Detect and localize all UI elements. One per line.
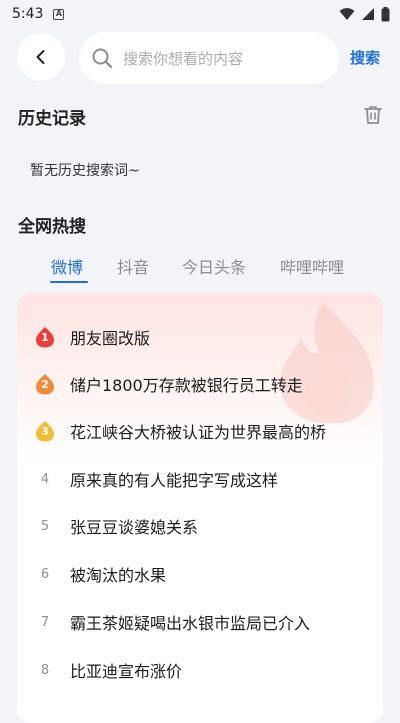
hot-item-3-text: 花江峡谷大桥被认证为世界最高的桥	[70, 423, 327, 442]
hot-item-4-text: 原来真的有人能把字写成这样	[70, 471, 279, 490]
tab-douyin[interactable]: 抖音	[117, 254, 149, 278]
back-button[interactable]	[17, 33, 65, 81]
hot-item-1[interactable]: 1 朋友圈改版	[17, 317, 383, 357]
rank-2-number: 2	[41, 378, 49, 391]
hot-item-3[interactable]: 3 花江峡谷大桥被认证为世界最高的桥	[17, 411, 383, 451]
hot-item-6-text: 被淘汰的水果	[70, 566, 167, 585]
rank-8-number: 8	[40, 662, 50, 678]
rank-7: 7	[35, 611, 55, 633]
status-icons	[339, 6, 390, 22]
search-icon	[92, 48, 113, 69]
history-empty-text: 暂无历史搜索词~	[30, 163, 140, 179]
rank-4-number: 4	[40, 471, 50, 487]
tab-weibo[interactable]: 微博	[51, 254, 83, 278]
back-icon	[36, 50, 45, 64]
rank-3-badge: 3	[35, 420, 55, 442]
status-bar: 5:43 A	[0, 0, 400, 28]
rank-1-badge: 1	[35, 326, 55, 348]
search-placeholder: 搜索你想看的内容	[123, 49, 244, 68]
search-button[interactable]: 搜索	[350, 47, 380, 68]
hot-item-5-text: 张豆豆谈婆媳关系	[70, 518, 199, 537]
trash-icon	[364, 106, 382, 124]
tab-toutiao[interactable]: 今日头条	[182, 254, 246, 278]
hot-item-8[interactable]: 8 比亚迪宣布涨价	[17, 650, 383, 690]
rank-5-number: 5	[40, 518, 50, 534]
hot-item-4[interactable]: 4 原来真的有人能把字写成这样	[17, 459, 383, 499]
hot-item-2-text: 储户1800万存款被银行员工转走	[70, 376, 303, 395]
signal-icon	[362, 8, 374, 20]
hot-search-title: 全网热搜	[18, 217, 86, 237]
notification-icon: A	[53, 8, 65, 20]
rank-6-number: 6	[40, 566, 50, 582]
history-title: 历史记录	[18, 109, 86, 129]
rank-8: 8	[35, 659, 55, 681]
hot-item-8-text: 比亚迪宣布涨价	[70, 662, 183, 681]
search-input[interactable]: 搜索你想看的内容	[79, 32, 339, 84]
battery-icon	[381, 6, 390, 21]
hot-search-list: 1 朋友圈改版 2 储户1800万存款被银行员工转走 3 花江峡谷大桥被认证为世…	[17, 293, 383, 723]
wifi-icon	[339, 8, 355, 20]
rank-4: 4	[35, 468, 55, 490]
rank-6: 6	[35, 563, 55, 585]
clear-history-button[interactable]	[364, 105, 382, 129]
hot-item-7[interactable]: 7 霸王茶姬疑喝出水银市监局已介入	[17, 602, 383, 642]
active-tab-indicator	[50, 281, 88, 283]
hot-item-2[interactable]: 2 储户1800万存款被银行员工转走	[17, 364, 383, 404]
rank-5: 5	[35, 515, 55, 537]
top-bar: 搜索你想看的内容 搜索	[0, 32, 400, 84]
hot-item-5[interactable]: 5 张豆豆谈婆媳关系	[17, 506, 383, 546]
rank-3-number: 3	[41, 425, 49, 438]
hot-item-6[interactable]: 6 被淘汰的水果	[17, 554, 383, 594]
rank-7-number: 7	[40, 614, 50, 630]
status-time: 5:43	[12, 6, 44, 22]
rank-2-badge: 2	[35, 373, 55, 395]
hot-search-tabs: 微博 抖音 今日头条 哔哩哔哩	[0, 252, 400, 286]
tab-bilibili[interactable]: 哔哩哔哩	[280, 254, 344, 278]
hot-item-1-text: 朋友圈改版	[70, 329, 151, 348]
hot-item-7-text: 霸王茶姬疑喝出水银市监局已介入	[70, 614, 311, 633]
rank-1-number: 1	[41, 331, 49, 344]
